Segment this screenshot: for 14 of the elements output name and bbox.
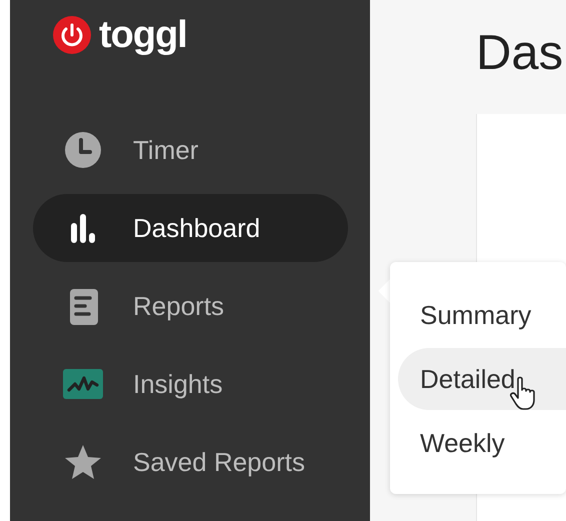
pulse-icon (63, 369, 103, 399)
nav-item[interactable]: Insights (33, 350, 348, 418)
nav-item[interactable]: Saved Reports (33, 428, 348, 496)
submenu-item[interactable]: Weekly (398, 412, 566, 474)
star-icon (64, 443, 102, 481)
page-title: Das (476, 25, 564, 82)
nav-item[interactable]: Timer (33, 116, 348, 184)
submenu-item[interactable]: Summary (398, 284, 566, 346)
nav-item[interactable]: Dashboard (33, 194, 348, 262)
submenu-item[interactable]: Detailed (398, 348, 566, 410)
nav-item[interactable]: Reports (33, 272, 348, 340)
power-logo-icon (53, 16, 91, 54)
clock-icon (64, 131, 102, 169)
logo-text: toggl (99, 16, 187, 54)
